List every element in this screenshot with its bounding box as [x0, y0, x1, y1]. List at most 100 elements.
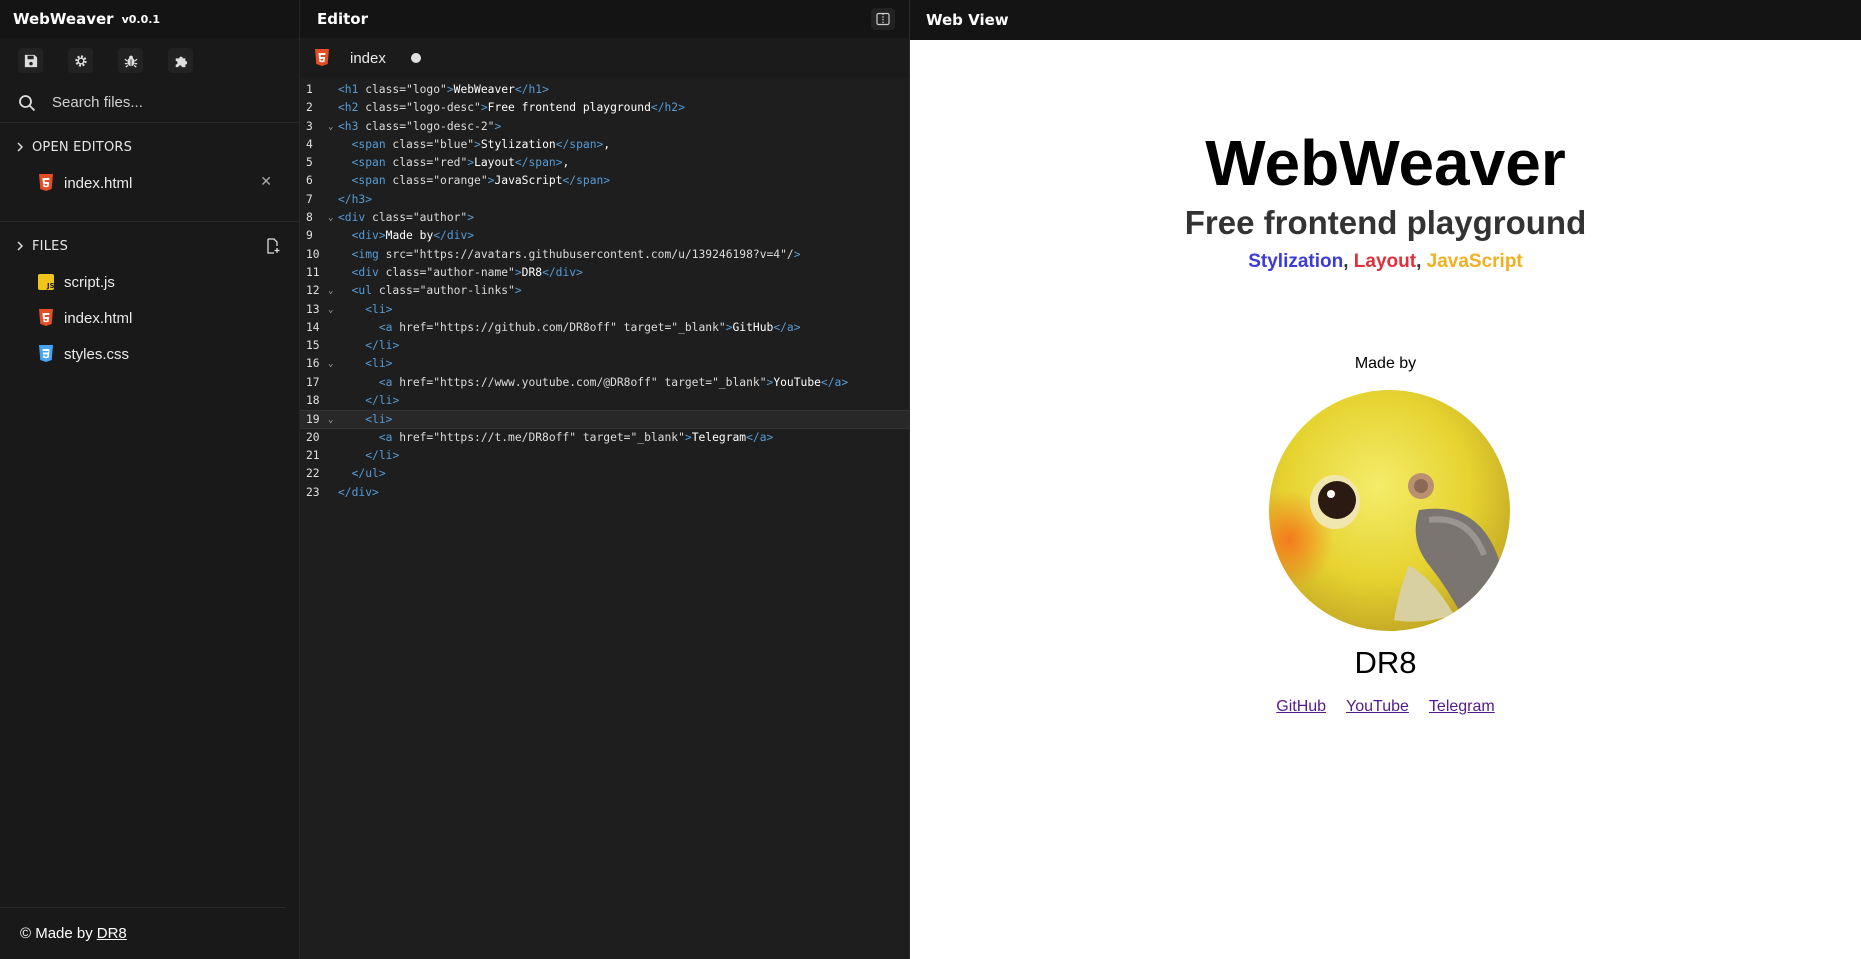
code-line[interactable]: 5 <span class="red">Layout</span>, — [300, 154, 909, 172]
fold-chevron-icon[interactable] — [328, 136, 338, 154]
code-editor[interactable]: 1 <h1 class="logo">WebWeaver</h1> 2 <h2 c… — [300, 78, 909, 502]
code-line[interactable]: 22 </ul> — [300, 465, 909, 483]
fold-chevron-icon[interactable] — [328, 154, 338, 172]
split-view-button[interactable] — [871, 8, 895, 30]
fold-chevron-icon[interactable] — [328, 374, 338, 392]
fold-chevron-icon[interactable] — [328, 429, 338, 447]
file-item-script-js[interactable]: JS script.js — [0, 264, 299, 300]
settings-button[interactable] — [68, 48, 93, 73]
line-number: 6 — [306, 174, 313, 188]
code-line[interactable]: 16 ⌄ <li> — [300, 355, 909, 373]
line-number: 13 — [306, 302, 320, 316]
code-line[interactable]: 19 ⌄ <li> — [300, 410, 909, 429]
fold-chevron-icon[interactable] — [328, 81, 338, 99]
file-name: index.html — [64, 309, 133, 327]
code-text: <a href="https://github.com/DR8off" targ… — [378, 320, 801, 334]
line-number: 11 — [306, 265, 320, 279]
code-line[interactable]: 14 <a href="https://github.com/DR8off" t… — [300, 319, 909, 337]
code-line[interactable]: 3 ⌄ <h3 class="logo-desc-2"> — [300, 118, 909, 136]
fold-chevron-icon[interactable] — [328, 465, 338, 483]
code-line[interactable]: 11 <div class="author-name">DR8</div> — [300, 264, 909, 282]
fold-chevron-icon[interactable] — [328, 99, 338, 117]
debug-button[interactable] — [118, 48, 143, 73]
svg-text:JS: JS — [46, 282, 54, 290]
fold-chevron-icon[interactable] — [328, 392, 338, 410]
fold-chevron-icon[interactable] — [328, 484, 338, 502]
fold-chevron-icon[interactable] — [328, 227, 338, 245]
fold-chevron-icon[interactable] — [328, 172, 338, 190]
close-editor-icon[interactable]: ✕ — [260, 174, 272, 190]
line-number: 17 — [306, 375, 320, 389]
open-editor-filename: index.html — [64, 174, 133, 192]
sidebar-footer: © Made by DR8 — [0, 907, 285, 959]
code-text: <span class="orange">JavaScript</span> — [351, 174, 611, 188]
preview-author-name: DR8 — [1354, 645, 1417, 680]
search-icon — [19, 94, 36, 111]
line-number: 12 — [306, 284, 320, 298]
code-line[interactable]: 17 <a href="https://www.youtube.com/@DR8… — [300, 374, 909, 392]
author-avatar — [1269, 390, 1510, 631]
search-input[interactable] — [52, 94, 272, 111]
fold-chevron-icon[interactable]: ⌄ — [328, 301, 338, 319]
file-name: styles.css — [64, 345, 130, 363]
code-text: <img src="https://avatars.githubusercont… — [351, 247, 801, 261]
code-line[interactable]: 23 </div> — [300, 484, 909, 502]
fold-chevron-icon[interactable]: ⌄ — [328, 209, 338, 227]
fold-chevron-icon[interactable] — [328, 246, 338, 264]
fold-chevron-icon[interactable]: ⌄ — [328, 411, 338, 427]
html-file-icon — [39, 309, 53, 326]
open-editor-item[interactable]: index.html ✕ — [0, 165, 299, 201]
github-link[interactable]: GitHub — [1276, 698, 1326, 716]
editor-tabs: index — [300, 38, 909, 78]
fold-chevron-icon[interactable]: ⌄ — [328, 282, 338, 300]
code-text: <h3 class="logo-desc-2"> — [338, 119, 502, 133]
split-view-icon — [876, 12, 890, 26]
code-text: </li> — [365, 448, 400, 462]
html-file-icon — [315, 49, 329, 66]
fold-chevron-icon[interactable]: ⌄ — [328, 118, 338, 136]
extensions-button[interactable] — [168, 48, 193, 73]
code-line[interactable]: 21 </li> — [300, 447, 909, 465]
preview-made-by: Made by — [1354, 355, 1417, 372]
tab-index[interactable]: index — [314, 38, 435, 78]
code-line[interactable]: 2 <h2 class="logo-desc">Free frontend pl… — [300, 99, 909, 117]
code-line[interactable]: 8 ⌄ <div class="author"> — [300, 209, 909, 227]
line-number: 22 — [306, 467, 320, 481]
telegram-link[interactable]: Telegram — [1429, 698, 1495, 716]
code-line[interactable]: 18 </li> — [300, 392, 909, 410]
js-file-icon: JS — [38, 274, 54, 290]
fold-chevron-icon[interactable] — [328, 337, 338, 355]
code-line[interactable]: 6 <span class="orange">JavaScript</span> — [300, 172, 909, 190]
code-line[interactable]: 1 <h1 class="logo">WebWeaver</h1> — [300, 81, 909, 99]
youtube-link[interactable]: YouTube — [1346, 698, 1409, 716]
new-file-icon[interactable] — [265, 238, 281, 254]
code-line[interactable]: 7 </h3> — [300, 191, 909, 209]
code-line[interactable]: 12 ⌄ <ul class="author-links"> — [300, 282, 909, 300]
footer-author-link[interactable]: DR8 — [97, 925, 127, 942]
code-text: </li> — [365, 394, 400, 408]
code-line[interactable]: 20 <a href="https://t.me/DR8off" target=… — [300, 429, 909, 447]
save-icon — [24, 54, 37, 67]
line-number: 7 — [306, 192, 313, 206]
code-line[interactable]: 4 <span class="blue">Stylization</span>, — [300, 136, 909, 154]
files-header[interactable]: FILES — [0, 228, 299, 264]
bird-avatar-image — [1269, 390, 1510, 631]
code-line[interactable]: 15 </li> — [300, 337, 909, 355]
line-number: 16 — [306, 357, 320, 371]
code-line[interactable]: 9 <div>Made by</div> — [300, 227, 909, 245]
code-text: <li> — [365, 302, 393, 316]
fold-chevron-icon[interactable]: ⌄ — [328, 355, 338, 373]
code-text: <h1 class="logo">WebWeaver</h1> — [338, 83, 549, 96]
unsaved-indicator-icon[interactable] — [410, 53, 421, 63]
tab-label: index — [350, 49, 386, 67]
open-editors-header[interactable]: OPEN EDITORS — [0, 129, 299, 165]
fold-chevron-icon[interactable] — [328, 264, 338, 282]
file-item-index-html[interactable]: index.html — [0, 300, 299, 336]
fold-chevron-icon[interactable] — [328, 319, 338, 337]
file-item-styles-css[interactable]: styles.css — [0, 336, 299, 372]
save-button[interactable] — [18, 48, 43, 73]
fold-chevron-icon[interactable] — [328, 191, 338, 209]
code-line[interactable]: 10 <img src="https://avatars.githubuserc… — [300, 246, 909, 264]
code-line[interactable]: 13 ⌄ <li> — [300, 301, 909, 319]
fold-chevron-icon[interactable] — [328, 447, 338, 465]
